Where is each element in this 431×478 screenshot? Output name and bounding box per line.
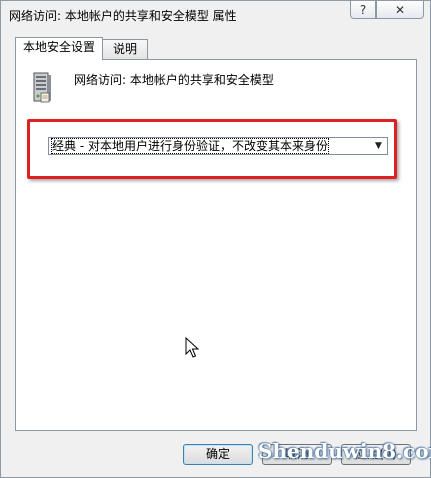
policy-title: 网络访问: 本地帐户的共享和安全模型: [74, 73, 274, 87]
tab-explain[interactable]: 说明: [102, 39, 148, 59]
help-button[interactable]: ?: [350, 1, 376, 19]
highlight-annotation: [27, 119, 397, 179]
server-icon: [33, 72, 51, 103]
properties-dialog: 网络访问: 本地帐户的共享和安全模型 属性 ? ✕ 本地安全设置 说明 网络访问…: [0, 0, 431, 478]
title-bar: 网络访问: 本地帐户的共享和安全模型 属性 ? ✕: [1, 1, 430, 29]
ok-button[interactable]: 确定: [183, 444, 253, 465]
window-title: 网络访问: 本地帐户的共享和安全模型 属性: [9, 9, 237, 23]
mouse-cursor-icon: [185, 337, 199, 358]
tab-panel: 网络访问: 本地帐户的共享和安全模型 经典 - 对本地用户进行身份验证，不改变其…: [15, 59, 417, 431]
close-button[interactable]: ✕: [376, 1, 424, 19]
tab-local-security-setting[interactable]: 本地安全设置: [15, 37, 103, 60]
site-watermark: Shenduwin8.com: [258, 439, 431, 463]
